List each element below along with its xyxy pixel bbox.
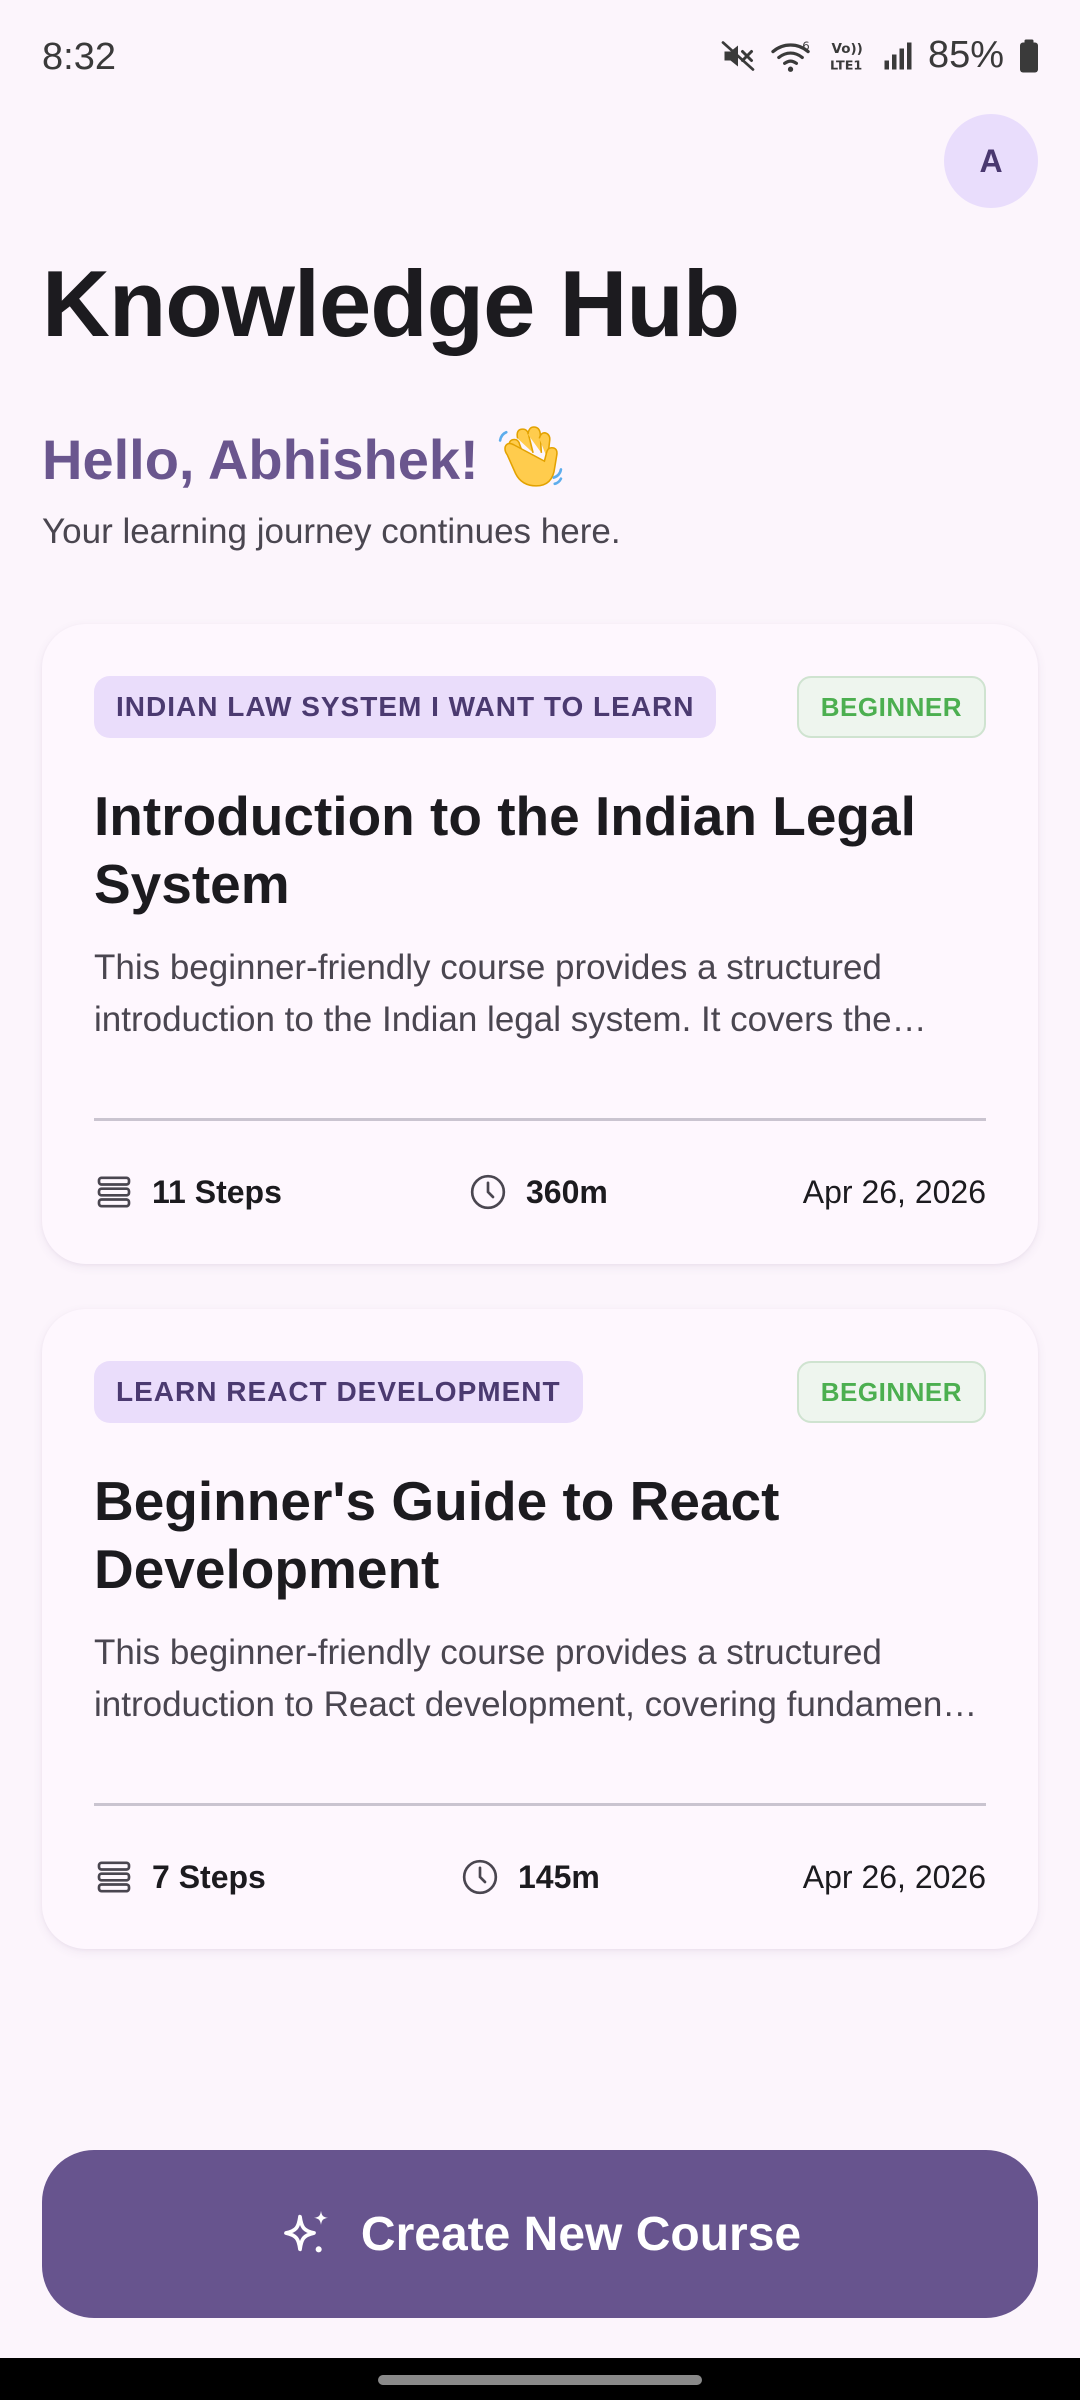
battery-percent: 85% [927,34,1004,76]
list-icon [94,1172,134,1212]
avatar[interactable]: A [944,114,1038,208]
signal-icon [882,38,914,74]
wifi-icon: 6 [770,38,814,74]
greeting-subtitle: Your learning journey continues here. [42,512,621,551]
page-title: Knowledge Hub [42,251,740,356]
sparkle-icon [279,2205,335,2264]
waving-hand-icon [497,424,563,495]
mute-icon [720,38,756,74]
svg-text:LTE1: LTE1 [830,58,862,73]
avatar-initial: A [979,142,1003,179]
course-description: This beginner-friendly course provides a… [94,1633,980,1724]
divider [94,1803,986,1806]
divider [94,1118,986,1121]
category-chip: LEARN REACT DEVELOPMENT [94,1361,583,1423]
list-icon [94,1857,134,1897]
course-card[interactable]: LEARN REACT DEVELOPMENT BEGINNER Beginne… [42,1309,1038,1949]
create-new-course-button[interactable]: Create New Course [42,2150,1038,2318]
course-description: This beginner-friendly course provides a… [94,948,892,1039]
home-indicator[interactable] [378,2375,702,2385]
steps-count: 7 Steps [152,1858,266,1895]
level-badge: BEGINNER [796,1361,986,1423]
battery-icon [1018,38,1040,74]
steps-count: 11 Steps [152,1173,282,1210]
steps-stat: 7 Steps [94,1857,266,1897]
greeting-text: Hello, Abhishek! [42,428,479,491]
duration: 360m [526,1173,608,1210]
course-date: Apr 26, 2026 [802,1174,986,1210]
greeting: Hello, Abhishek! [42,424,563,495]
wifi-label: 6 [802,39,809,53]
status-icons: 6 Vo)) LTE1 85% [720,34,1040,77]
status-time: 8:32 [42,36,116,78]
course-title: Introduction to the Indian Legal System [94,785,916,915]
course-date: Apr 26, 2026 [802,1859,986,1895]
volte-icon: Vo)) LTE1 [828,38,868,74]
course-title: Beginner's Guide to React Development [94,1470,780,1600]
clock-icon [460,1857,500,1897]
steps-stat: 11 Steps [94,1172,282,1212]
course-card[interactable]: INDIAN LAW SYSTEM I WANT TO LEARN BEGINN… [42,624,1038,1264]
svg-text:Vo)): Vo)) [831,41,862,57]
status-bar: 8:32 6 Vo)) LTE1 85% [0,0,1080,118]
duration: 145m [518,1858,600,1895]
clock-icon [468,1172,508,1212]
duration-stat: 145m [460,1857,600,1897]
category-chip: INDIAN LAW SYSTEM I WANT TO LEARN [94,676,717,738]
level-badge: BEGINNER [796,676,986,738]
duration-stat: 360m [468,1172,608,1212]
create-button-label: Create New Course [360,2207,802,2261]
